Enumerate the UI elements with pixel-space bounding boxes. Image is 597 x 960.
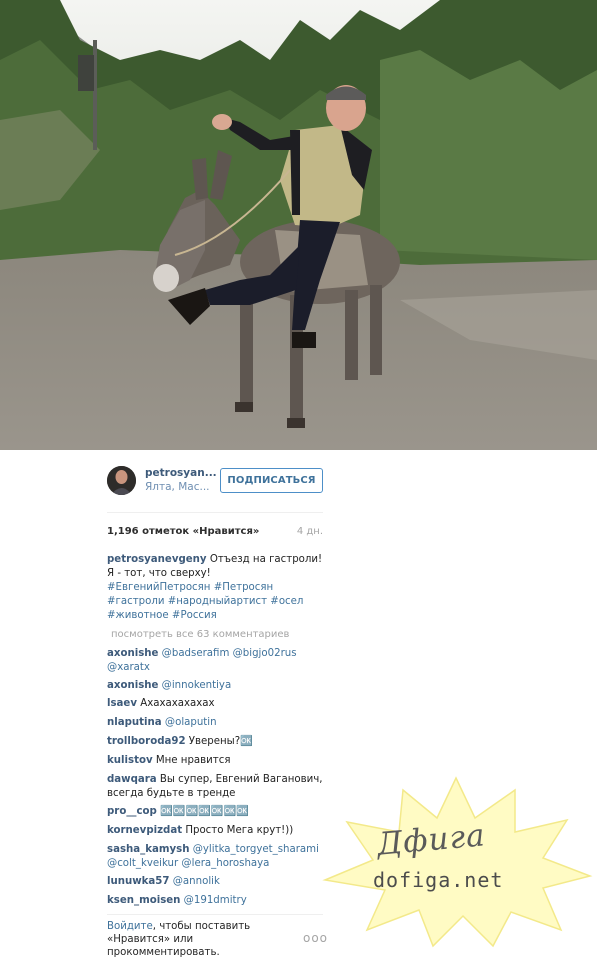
donkey-rider-photo — [0, 0, 597, 450]
comment-username[interactable]: kulistov — [107, 755, 153, 766]
watermark: Дфига dofiga.net — [315, 770, 597, 950]
comment: trollboroda92 Уверены?🆗 — [107, 735, 325, 749]
comment-username[interactable]: axonishe — [107, 648, 158, 659]
comment-text: Мне нравится — [152, 755, 231, 766]
page: petrosyan... Ялта, Мас... ПОДПИСАТЬСЯ 1,… — [0, 0, 597, 960]
login-prompt-text: , чтобы поставить — [152, 921, 251, 932]
comment-username[interactable]: pro__cop — [107, 806, 157, 817]
caption: petrosyanevgeny Отъезд на гастроли! Я - … — [107, 553, 325, 623]
starburst-icon — [322, 776, 593, 948]
likes-count[interactable]: 1,196 отметок «Нравится» — [107, 526, 259, 537]
comment-text: Вы супер, Евгений Ваганович, — [156, 774, 323, 785]
comment-text[interactable]: @ylitka_torgyet_sharami — [189, 844, 319, 855]
comment: lunuwka57 @annolik — [107, 875, 325, 889]
login-link[interactable]: Войдите — [107, 921, 153, 932]
comment: nlaputina @olaputin — [107, 716, 325, 730]
caption-hashtags-2[interactable]: #гастроли #народныйартист #осел — [107, 595, 325, 609]
comment: axonishe @innokentiya — [107, 679, 325, 693]
caption-text-line2: Я - тот, что сверху! — [107, 568, 211, 579]
comment-username[interactable]: axonishe — [107, 680, 158, 691]
comment-text[interactable]: @badserafim @bigjo02rus — [158, 648, 297, 659]
post-panel: petrosyan... Ялта, Мас... ПОДПИСАТЬСЯ 1,… — [95, 450, 340, 960]
caption-hashtags-1[interactable]: #ЕвгенийПетросян #Петросян — [107, 581, 325, 595]
comment-text[interactable]: @innokentiya — [158, 680, 232, 691]
post-age[interactable]: 4 дн. — [297, 526, 323, 537]
comment: kulistov Мне нравится — [107, 754, 325, 768]
follow-button[interactable]: ПОДПИСАТЬСЯ — [220, 468, 323, 493]
comment: lsaev Ахахахахахах — [107, 697, 325, 711]
login-prompt-line3: прокомментировать. — [107, 947, 220, 958]
comment-text[interactable]: @olaputin — [162, 717, 217, 728]
comment-text-line2: всегда будьте в тренде — [107, 788, 236, 799]
comment-text[interactable]: @annolik — [170, 876, 220, 887]
post-photo[interactable] — [0, 0, 597, 450]
login-prompt-line2: «Нравится» или — [107, 934, 194, 945]
caption-text: Отъезд на гастроли! — [206, 554, 323, 565]
comment: sasha_kamysh @ylitka_torgyet_sharami @co… — [107, 843, 325, 871]
comment-text: Уверены?🆗 — [185, 736, 253, 747]
footer-divider — [107, 914, 323, 915]
header-divider — [107, 512, 323, 513]
watermark-url: dofiga.net — [373, 868, 504, 892]
comment-username[interactable]: lsaev — [107, 698, 137, 709]
comment-username[interactable]: nlaputina — [107, 717, 162, 728]
comment-text: Ахахахахахах — [136, 698, 215, 709]
caption-hashtags-3[interactable]: #животное #Россия — [107, 609, 325, 623]
comment-username[interactable]: lunuwka57 — [107, 876, 170, 887]
comment-text: Просто Мега крут!)) — [182, 825, 294, 836]
comment: pro__cop 🆗🆗🆗🆗🆗🆗🆗 — [107, 805, 325, 819]
comment-text-line2[interactable]: @colt_kveikur @lera_horoshaya — [107, 857, 325, 871]
comment: dawqara Вы супер, Евгений Ваганович, все… — [107, 773, 325, 801]
view-all-comments-link[interactable]: посмотреть все 63 комментариев — [111, 629, 289, 640]
comment: kornevpizdat Просто Мега крут!)) — [107, 824, 325, 838]
comment-text-line2[interactable]: @xaratx — [107, 661, 325, 675]
login-prompt: Войдите, чтобы поставить «Нравится» или … — [107, 920, 297, 959]
comment-username[interactable]: kornevpizdat — [107, 825, 182, 836]
comment-username[interactable]: sasha_kamysh — [107, 844, 189, 855]
comment-username[interactable]: ksen_moisen — [107, 895, 180, 906]
avatar-image — [107, 466, 136, 495]
comment-username[interactable]: dawqara — [107, 774, 157, 785]
avatar[interactable] — [107, 466, 136, 495]
comment-text[interactable]: @191dmitry — [180, 895, 247, 906]
comment: ksen_moisen @191dmitry — [107, 894, 325, 908]
caption-username[interactable]: petrosyanevgeny — [107, 554, 207, 565]
post-header: petrosyan... Ялта, Мас... ПОДПИСАТЬСЯ — [95, 450, 340, 512]
comment: axonishe @badserafim @bigjo02rus @xaratx — [107, 647, 325, 675]
comment-text: 🆗🆗🆗🆗🆗🆗🆗 — [156, 806, 249, 817]
comment-username[interactable]: trollboroda92 — [107, 736, 186, 747]
